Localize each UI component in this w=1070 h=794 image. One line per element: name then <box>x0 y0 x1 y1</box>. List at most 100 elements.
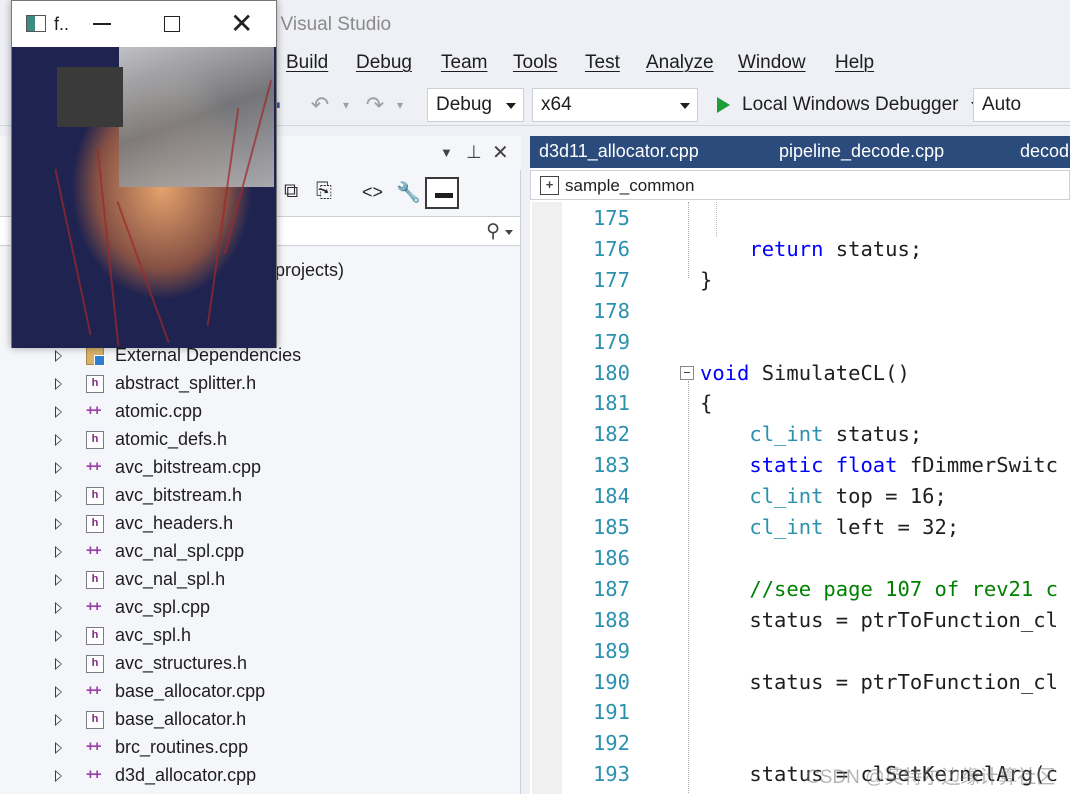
code-line[interactable]: 177} <box>530 264 1070 295</box>
expand-arrow-icon[interactable] <box>55 574 62 586</box>
expand-arrow-icon[interactable] <box>55 686 62 698</box>
menu-build[interactable]: Build <box>284 52 330 74</box>
code-line[interactable]: 187 //see page 107 of rev21 c <box>530 573 1070 604</box>
configuration-dropdown[interactable]: Debug <box>427 88 524 122</box>
view-code-icon[interactable]: <> <box>362 182 383 203</box>
expand-arrow-icon[interactable] <box>55 490 62 502</box>
chevron-down-icon[interactable] <box>505 230 513 235</box>
menu-team[interactable]: Team <box>439 52 489 74</box>
menu-analyze[interactable]: Analyze <box>644 52 716 74</box>
code-line[interactable]: 185 cl_int left = 32; <box>530 511 1070 542</box>
app-title: t Visual Studio <box>270 14 392 35</box>
maximize-icon[interactable] <box>164 16 180 32</box>
tree-item[interactable]: h base_allocator.h <box>0 706 520 734</box>
header-file-icon: h <box>86 487 104 505</box>
code-area[interactable]: 175 176 return status; 177} 178 179 180 void S… <box>530 202 1070 794</box>
expand-arrow-icon[interactable] <box>55 630 62 642</box>
undo-icon[interactable]: ↶ <box>305 90 335 120</box>
tab-decode[interactable]: decod <box>1020 141 1069 162</box>
tree-item[interactable]: ++ avc_bitstream.cpp <box>0 454 520 482</box>
expand-arrow-icon[interactable] <box>55 462 62 474</box>
collapse-all-icon[interactable]: ⧉ <box>284 180 298 203</box>
start-debugger-button[interactable]: Local Windows Debugger <box>712 88 981 122</box>
line-number: 187 <box>592 576 630 601</box>
close-icon[interactable]: ✕ <box>492 140 509 165</box>
menu-help[interactable]: Help <box>833 52 876 74</box>
expand-arrow-icon[interactable] <box>55 546 62 558</box>
minimize-icon[interactable] <box>93 23 111 25</box>
menu-debug[interactable]: Debug <box>354 52 414 74</box>
expand-arrow-icon[interactable] <box>55 434 62 446</box>
code-line[interactable]: 181 { <box>530 387 1070 418</box>
menu-test[interactable]: Test <box>583 52 622 74</box>
expand-arrow-icon[interactable] <box>55 770 62 782</box>
close-icon[interactable]: ✕ <box>230 10 253 38</box>
tree-item[interactable]: ++ base_allocator.cpp <box>0 678 520 706</box>
tree-item[interactable]: h atomic_defs.h <box>0 426 520 454</box>
wrench-icon[interactable]: 🔧 <box>396 180 421 205</box>
tree-item[interactable]: ++ atomic.cpp <box>0 398 520 426</box>
expand-arrow-icon[interactable] <box>55 406 62 418</box>
video-window[interactable]: f.. ✕ <box>11 0 277 348</box>
line-number: 193 <box>592 762 630 787</box>
solution-config-dropdown[interactable]: Auto <box>973 88 1070 122</box>
code-line[interactable]: 190 status = ptrToFunction_cl <box>530 666 1070 697</box>
pin-icon[interactable]: ⊥ <box>466 142 482 163</box>
code-editor: d3d11_allocator.cpp pipeline_decode.cpp … <box>530 136 1070 794</box>
code-line[interactable]: 192 <box>530 727 1070 758</box>
tree-item[interactable]: h avc_structures.h <box>0 650 520 678</box>
expand-arrow-icon[interactable] <box>55 658 62 670</box>
tab-d3d11-allocator[interactable]: d3d11_allocator.cpp <box>539 141 699 162</box>
tree-item[interactable]: ++ avc_nal_spl.cpp <box>0 538 520 566</box>
expand-arrow-icon[interactable] <box>55 350 62 362</box>
tab-pipeline-decode[interactable]: pipeline_decode.cpp <box>779 141 944 162</box>
redo-dropdown-icon[interactable]: ▾ <box>392 90 408 120</box>
project-name: sample_common <box>565 176 695 195</box>
tree-item[interactable]: h avc_spl.h <box>0 622 520 650</box>
platform-dropdown[interactable]: x64 <box>532 88 698 122</box>
tree-item[interactable]: h avc_nal_spl.h <box>0 566 520 594</box>
expand-arrow-icon[interactable] <box>55 602 62 614</box>
header-file-icon: h <box>86 627 104 645</box>
preview-selected-icon[interactable] <box>425 177 459 209</box>
cpp-file-icon: ++ <box>86 542 102 559</box>
tree-item[interactable]: h avc_bitstream.h <box>0 482 520 510</box>
tree-item[interactable]: ++ brc_routines.cpp <box>0 734 520 762</box>
code-line[interactable]: 189 <box>530 635 1070 666</box>
line-number: 177 <box>592 267 630 292</box>
code-text: return status; <box>749 236 923 261</box>
line-number: 182 <box>592 422 630 447</box>
copy-icon[interactable]: ⎘ <box>316 180 332 203</box>
tree-item[interactable]: ++ d3d_allocator.cpp <box>0 762 520 790</box>
code-line[interactable]: 191 <box>530 696 1070 727</box>
tree-item[interactable]: h abstract_splitter.h <box>0 370 520 398</box>
code-line[interactable]: 186 <box>530 542 1070 573</box>
project-navigation-bar[interactable]: + sample_common <box>530 170 1070 200</box>
code-line[interactable]: 183 static float fDimmerSwitc <box>530 449 1070 480</box>
expand-arrow-icon[interactable] <box>55 742 62 754</box>
line-number: 190 <box>592 669 630 694</box>
window-menu-icon[interactable]: ▼ <box>440 145 453 160</box>
search-icon[interactable]: ⚲ <box>486 220 500 243</box>
expand-arrow-icon[interactable] <box>55 714 62 726</box>
code-line[interactable]: 178 <box>530 295 1070 326</box>
code-line[interactable]: 179 <box>530 326 1070 357</box>
platform-value: x64 <box>541 94 572 115</box>
code-line[interactable]: 182 cl_int status; <box>530 418 1070 449</box>
code-line[interactable]: 176 return status; <box>530 233 1070 264</box>
tree-item[interactable]: ++ avc_spl.cpp <box>0 594 520 622</box>
code-line[interactable]: 184 cl_int top = 16; <box>530 480 1070 511</box>
collapse-icon[interactable] <box>680 365 694 380</box>
menu-window[interactable]: Window <box>736 52 808 74</box>
code-line[interactable]: 180 void SimulateCL() <box>530 357 1070 388</box>
code-line[interactable]: 175 <box>530 202 1070 233</box>
redo-icon[interactable]: ↷ <box>360 90 390 120</box>
header-file-icon: h <box>86 431 104 449</box>
expand-arrow-icon[interactable] <box>55 378 62 390</box>
code-line[interactable]: 188 status = ptrToFunction_cl <box>530 604 1070 635</box>
menu-tools[interactable]: Tools <box>511 52 559 74</box>
undo-dropdown-icon[interactable]: ▾ <box>338 90 354 120</box>
video-window-titlebar[interactable]: f.. ✕ <box>12 1 276 47</box>
tree-item[interactable]: h avc_headers.h <box>0 510 520 538</box>
expand-arrow-icon[interactable] <box>55 518 62 530</box>
